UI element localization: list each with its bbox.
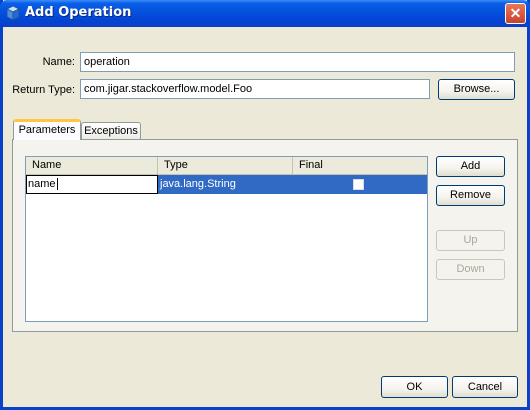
parameters-panel: Name Type Final name java.lang.String Ad… <box>12 139 518 332</box>
cancel-button[interactable]: Cancel <box>452 376 518 398</box>
remove-button[interactable]: Remove <box>436 185 505 206</box>
return-type-input[interactable]: com.jigar.stackoverflow.model.Foo <box>80 79 430 99</box>
table-row[interactable]: name java.lang.String <box>26 175 427 194</box>
column-header-name[interactable]: Name <box>26 157 158 174</box>
column-header-final[interactable]: Final <box>293 157 427 174</box>
tab-parameters[interactable]: Parameters <box>13 119 81 140</box>
add-operation-dialog: Add Operation ✕ Name: operation Return T… <box>0 0 530 410</box>
ok-button[interactable]: OK <box>381 376 448 398</box>
up-button[interactable]: Up <box>436 230 505 251</box>
return-type-label: Return Type: <box>12 84 75 96</box>
browse-button[interactable]: Browse... <box>438 79 515 100</box>
title-bar[interactable]: Add Operation ✕ <box>0 0 530 27</box>
name-cell-value: name <box>28 178 56 190</box>
text-caret <box>56 178 58 191</box>
close-button[interactable]: ✕ <box>505 3 526 24</box>
table-header: Name Type Final <box>26 157 427 175</box>
column-header-type[interactable]: Type <box>158 157 293 174</box>
parameters-table: Name Type Final name java.lang.String <box>25 156 428 322</box>
down-button[interactable]: Down <box>436 259 505 280</box>
name-cell-editor[interactable]: name <box>26 175 158 194</box>
window-title: Add Operation <box>25 5 132 20</box>
close-icon: ✕ <box>509 5 522 21</box>
cube-icon <box>6 5 20 21</box>
type-cell[interactable]: java.lang.String <box>160 175 236 194</box>
name-label: Name: <box>42 56 75 68</box>
tab-exceptions[interactable]: Exceptions <box>81 122 141 139</box>
add-button[interactable]: Add <box>436 156 505 177</box>
name-input[interactable]: operation <box>80 52 515 72</box>
final-checkbox[interactable] <box>353 179 364 190</box>
